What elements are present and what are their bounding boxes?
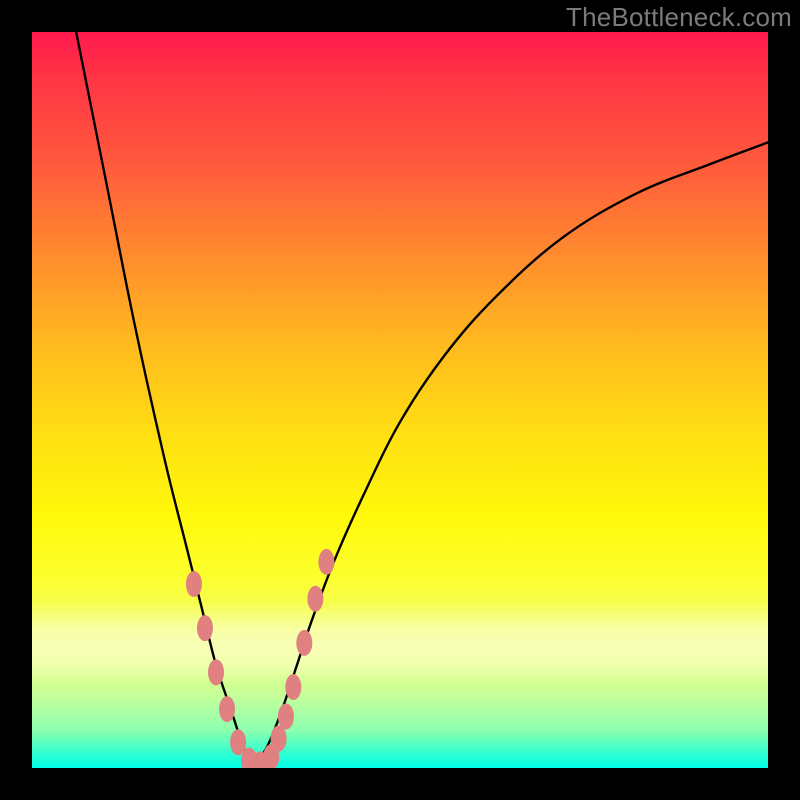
trough-marker — [186, 571, 202, 597]
trough-marker — [197, 615, 213, 641]
trough-markers — [186, 549, 334, 768]
right-branch-curve — [253, 142, 768, 768]
trough-marker — [219, 696, 235, 722]
trough-marker — [208, 659, 224, 685]
plot-area — [32, 32, 768, 768]
trough-marker — [271, 726, 287, 752]
chart-frame: TheBottleneck.com — [0, 0, 800, 800]
trough-marker — [285, 674, 301, 700]
watermark-text: TheBottleneck.com — [566, 2, 792, 33]
trough-marker — [318, 549, 334, 575]
curve-layer — [32, 32, 768, 768]
trough-marker — [296, 630, 312, 656]
left-branch-curve — [76, 32, 253, 768]
trough-marker — [307, 586, 323, 612]
trough-marker — [278, 703, 294, 729]
